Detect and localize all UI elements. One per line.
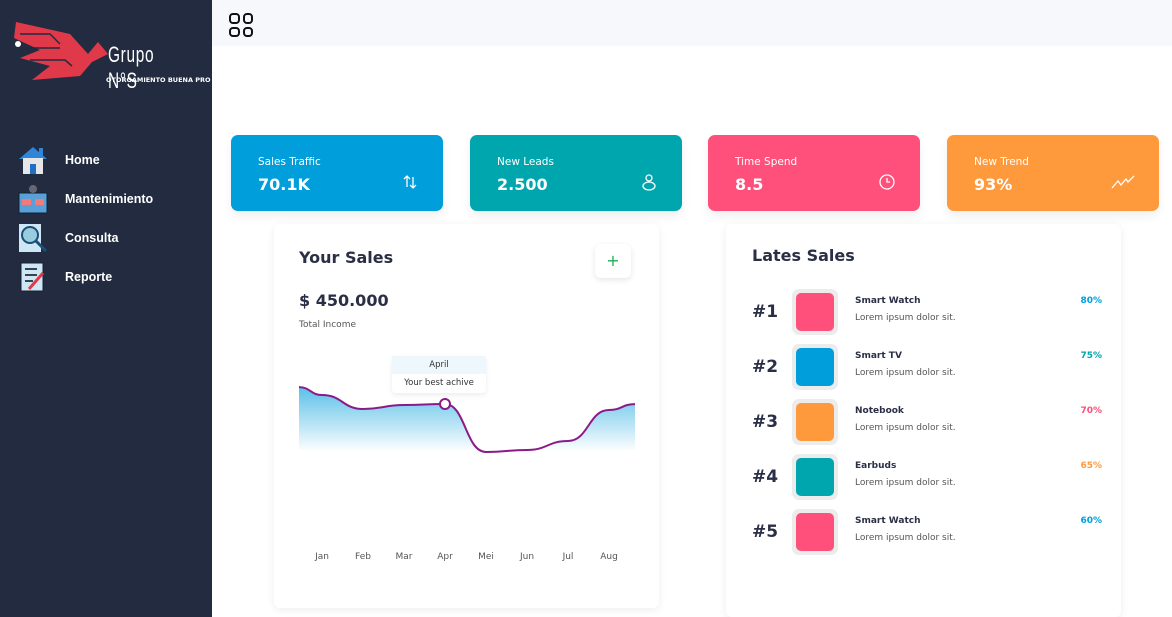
tooltip-text: Your best achive: [404, 378, 474, 388]
stat-card-new-trend[interactable]: New Trend 93%: [947, 135, 1159, 211]
rank: #3: [752, 412, 779, 432]
product-name: Smart Watch: [855, 296, 921, 306]
data-point-apr[interactable]: [439, 398, 451, 410]
stat-label: New Trend: [974, 156, 1029, 168]
latest-sale-item[interactable]: #4 Earbuds Lorem ipsum dolor sit. 65%: [752, 454, 1102, 500]
sidebar-item-label: Home: [65, 152, 100, 167]
total-income-label: Total Income: [299, 320, 356, 330]
stat-value: 93%: [974, 175, 1013, 194]
product-thumbnail: [792, 289, 838, 335]
rank: #1: [752, 302, 779, 322]
logo-tagline: OTORGAMIENTO BUENA PRO: [106, 76, 211, 84]
product-description: Lorem ipsum dolor sit.: [855, 533, 956, 543]
sidebar-item-label: Reporte: [65, 269, 113, 284]
product-percent: 65%: [1080, 461, 1102, 471]
x-tick-label: Mar: [396, 552, 413, 562]
user-icon: [642, 174, 656, 191]
x-tick-label: Jul: [562, 552, 574, 562]
sidebar-item-label: Consulta: [65, 230, 119, 245]
sales-area-chart: Jan Feb Mar Apr Mei Jun Jul Aug: [298, 386, 636, 562]
x-tick-label: Mei: [478, 552, 494, 562]
add-button[interactable]: +: [595, 244, 631, 278]
rank: #2: [752, 357, 779, 377]
logo[interactable]: Grupo N°S OTORGAMIENTO BUENA PRO: [10, 14, 211, 93]
stat-label: New Leads: [497, 156, 554, 168]
sidebar-item-reporte[interactable]: Reporte: [0, 257, 212, 296]
trend-icon: [1111, 175, 1135, 189]
product-name: Notebook: [855, 406, 904, 416]
product-name: Earbuds: [855, 461, 897, 471]
phoenix-logo-icon: [14, 22, 108, 80]
product-description: Lorem ipsum dolor sit.: [855, 423, 956, 433]
x-tick-label: Aug: [600, 552, 618, 562]
stat-card-new-leads[interactable]: New Leads 2.500: [470, 135, 682, 211]
x-tick-label: Feb: [355, 552, 371, 562]
latest-sales-panel: Lates Sales #1 Smart Watch Lorem ipsum d…: [726, 224, 1121, 617]
sidebar-item-label: Mantenimiento: [65, 191, 154, 206]
rank: #4: [752, 467, 779, 487]
latest-sale-item[interactable]: #1 Smart Watch Lorem ipsum dolor sit. 80…: [752, 289, 1102, 335]
product-name: Smart TV: [855, 351, 902, 361]
product-percent: 80%: [1080, 296, 1102, 306]
rank: #5: [752, 522, 779, 542]
product-thumbnail: [792, 509, 838, 555]
product-thumbnail: [792, 344, 838, 390]
stat-value: 8.5: [735, 175, 764, 194]
product-description: Lorem ipsum dolor sit.: [855, 478, 956, 488]
latest-sale-item[interactable]: #2 Smart TV Lorem ipsum dolor sit. 75%: [752, 344, 1102, 390]
sidebar-item-consulta[interactable]: Consulta: [0, 218, 212, 257]
grid-menu-icon[interactable]: [229, 13, 253, 37]
clock-icon: [879, 174, 895, 190]
sidebar: Grupo N°S OTORGAMIENTO BUENA PRO Home Ma…: [0, 0, 212, 617]
product-percent: 75%: [1080, 351, 1102, 361]
latest-sales-title: Lates Sales: [752, 246, 855, 265]
logo-brand: Grupo N°S: [108, 42, 155, 93]
product-name: Smart Watch: [855, 516, 921, 526]
product-thumbnail: [792, 399, 838, 445]
stat-card-sales-traffic[interactable]: Sales Traffic 70.1K: [231, 135, 443, 211]
product-thumbnail: [792, 454, 838, 500]
stat-value: 2.500: [497, 175, 548, 194]
stat-card-time-spend[interactable]: Time Spend 8.5: [708, 135, 920, 211]
total-income-value: $ 450.000: [299, 291, 389, 310]
search-document-icon: [19, 223, 48, 252]
sidebar-nav: Home Mantenimiento Consulta Reporte: [0, 140, 212, 296]
topbar: [212, 0, 1172, 46]
latest-sale-item[interactable]: #3 Notebook Lorem ipsum dolor sit. 70%: [752, 399, 1102, 445]
chart-tooltip: April Your best achive: [392, 356, 486, 393]
report-checklist-icon: [20, 262, 45, 291]
product-description: Lorem ipsum dolor sit.: [855, 368, 956, 378]
stat-label: Time Spend: [735, 156, 798, 168]
tooltip-title: April: [392, 356, 486, 374]
product-percent: 60%: [1080, 516, 1102, 526]
sales-title: Your Sales: [299, 248, 394, 267]
x-tick-label: Apr: [437, 552, 453, 562]
latest-sale-item[interactable]: #5 Smart Watch Lorem ipsum dolor sit. 60…: [752, 509, 1102, 555]
maintenance-book-icon: [18, 184, 48, 213]
stat-value: 70.1K: [258, 175, 310, 194]
product-description: Lorem ipsum dolor sit.: [855, 313, 956, 323]
product-percent: 70%: [1080, 406, 1102, 416]
your-sales-panel: Jan Feb Mar Apr Mei Jun Jul Aug Your Sales + $ …: [274, 224, 659, 608]
x-tick-label: Jan: [314, 552, 329, 562]
sidebar-item-home[interactable]: Home: [0, 140, 212, 179]
stat-label: Sales Traffic: [258, 156, 321, 168]
x-tick-label: Jun: [519, 552, 534, 562]
home-icon: [19, 146, 47, 174]
chart-area: [299, 387, 635, 452]
sidebar-item-mantenimiento[interactable]: Mantenimiento: [0, 179, 212, 218]
arrows-up-down-icon: [403, 175, 417, 189]
